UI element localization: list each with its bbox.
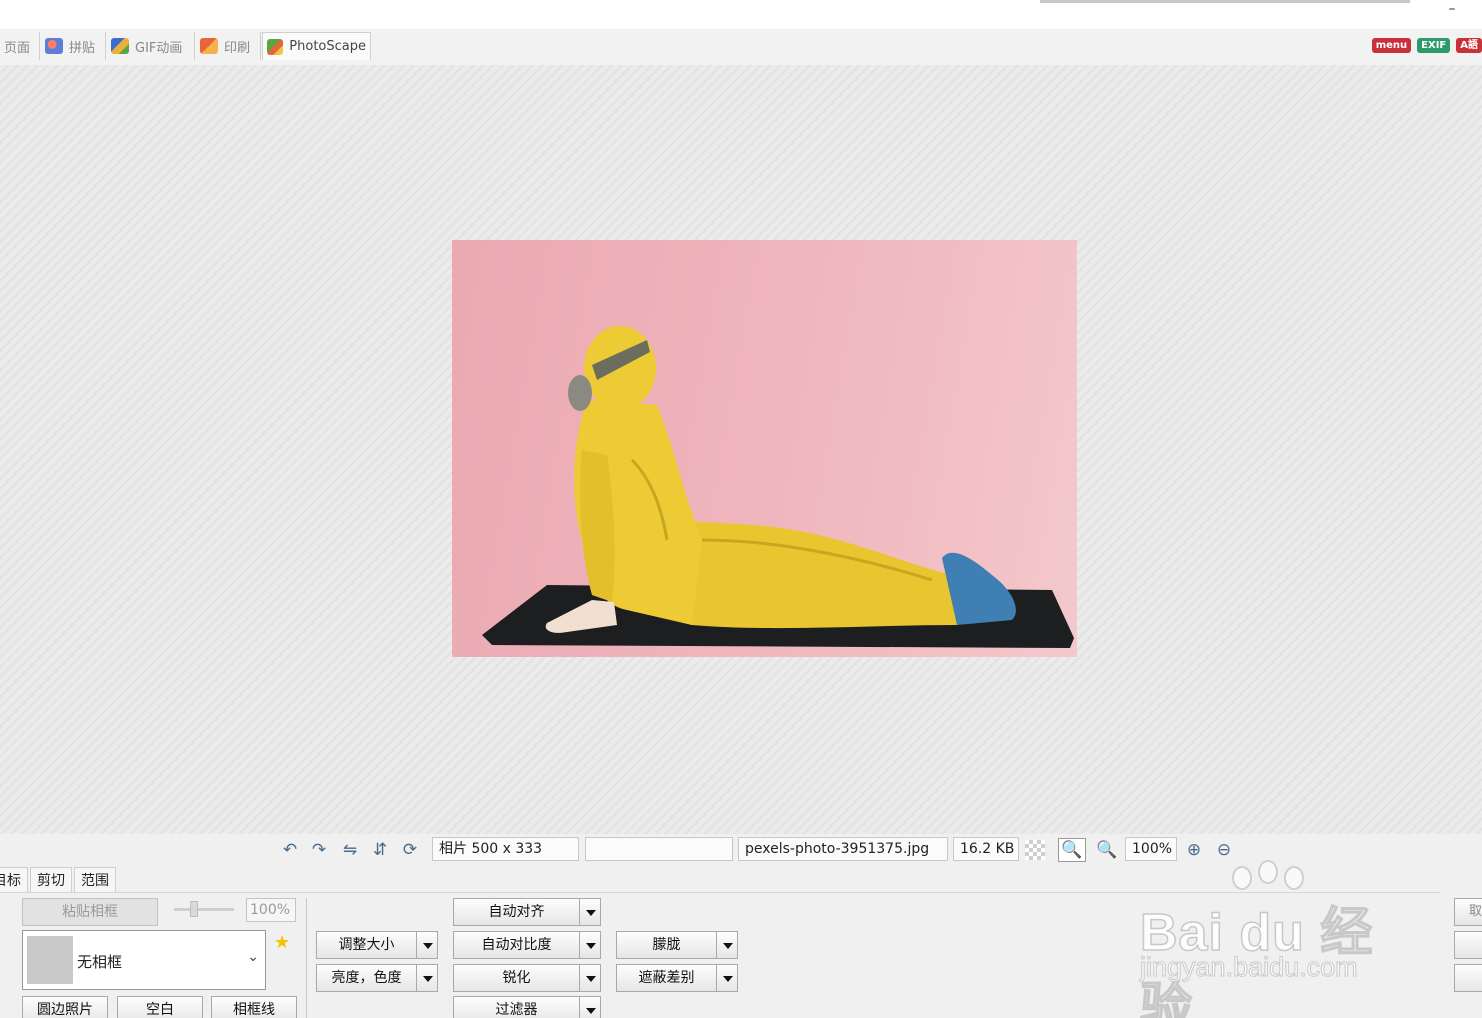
paw-toe [1232, 866, 1252, 890]
resize-dropdown-arrow[interactable] [416, 931, 438, 959]
sharpen-dropdown-arrow[interactable] [579, 964, 601, 992]
right-side-button[interactable] [1454, 931, 1482, 959]
frame-select[interactable]: 无相框 ⌄ [22, 930, 266, 990]
rotate-left-icon[interactable]: ↶ [279, 839, 301, 861]
gif-animation-icon [111, 38, 129, 54]
favorite-star-icon[interactable]: ★ [274, 932, 290, 953]
sharpen-button[interactable]: 锐化 [453, 964, 580, 992]
edit-panel-tabs: 目标 剪切 范围 [0, 867, 118, 893]
main-tab-row: 页面 拼贴 GIF动画 印刷 PhotoScape [0, 29, 1482, 65]
transparency-icon[interactable] [1025, 840, 1045, 860]
brightness-color-button[interactable]: 亮度，色度 [316, 964, 417, 992]
resize-button[interactable]: 调整大小 [316, 931, 417, 959]
frame-name: 无相框 [77, 953, 123, 971]
tab-gif[interactable]: GIF动画 [107, 32, 195, 60]
chevron-down-icon: ⌄ [247, 949, 259, 965]
backlight-button[interactable]: 遮蔽差别 [616, 964, 717, 992]
paste-frame-button[interactable]: 粘贴相框 [22, 898, 158, 926]
watermark-url: jingyan.baidu.com [1140, 952, 1359, 983]
tab-label: 印刷 [224, 40, 251, 56]
empty-status-field [585, 837, 733, 861]
opacity-input[interactable]: 100% [246, 898, 296, 922]
opacity-slider-thumb[interactable] [190, 901, 198, 917]
combine-icon [45, 38, 63, 54]
right-side-button[interactable]: 取 [1454, 898, 1482, 926]
filesize-readout: 16.2 KB [953, 837, 1019, 861]
tab-label: GIF动画 [135, 40, 183, 56]
tab-print[interactable]: 印刷 [196, 32, 261, 60]
tab-label: 拼贴 [69, 40, 96, 56]
round-photo-button[interactable]: 圆边照片 [22, 996, 108, 1018]
flip-horizontal-icon[interactable]: ⇋ [339, 839, 361, 861]
auto-level-dropdown-arrow[interactable] [579, 898, 601, 926]
filter-button[interactable]: 过滤器 [453, 996, 580, 1018]
photoscape-icon [267, 38, 284, 55]
frame-line-button[interactable]: 相框线 [211, 996, 297, 1018]
flip-vertical-icon[interactable]: ⇵ [369, 839, 391, 861]
blur-button[interactable]: 朦胧 [616, 931, 717, 959]
zoom-fit-icon[interactable]: 🔍 [1058, 838, 1086, 862]
section-divider [306, 898, 307, 1018]
tab-photoscape[interactable]: PhotoScape [262, 32, 371, 60]
paw-toe [1284, 866, 1304, 890]
tab-label: 页面 [4, 40, 31, 56]
exif-badge[interactable]: EXIF [1417, 38, 1451, 53]
opacity-slider-track[interactable] [174, 908, 234, 911]
title-bar: – [0, 0, 1482, 29]
photo-size-readout: 相片 500 x 333 [432, 837, 579, 861]
blank-button[interactable]: 空白 [117, 996, 203, 1018]
rotate-right-icon[interactable]: ↷ [308, 839, 330, 861]
filename-readout: pexels-photo-3951375.jpg [738, 837, 948, 861]
refresh-icon[interactable]: ⟳ [399, 839, 421, 861]
zoom-actual-icon[interactable]: 🔍 [1096, 839, 1118, 861]
image-canvas[interactable] [0, 65, 1482, 834]
paw-toe [1258, 860, 1278, 884]
backlight-dropdown-arrow[interactable] [716, 964, 738, 992]
tab-combine[interactable]: 拼贴 [41, 32, 106, 60]
respirator [568, 375, 592, 411]
photo-illustration [482, 326, 1074, 648]
print-icon [200, 38, 218, 54]
photo [452, 240, 1077, 657]
tab-target[interactable]: 目标 [0, 867, 28, 893]
auto-contrast-button[interactable]: 自动对比度 [453, 931, 580, 959]
title-shadow [1040, 0, 1410, 3]
auto-contrast-dropdown-arrow[interactable] [579, 931, 601, 959]
tab-crop[interactable]: 剪切 [30, 867, 72, 893]
auto-level-button[interactable]: 自动对齐 [453, 898, 580, 926]
language-badge[interactable]: A語 [1456, 38, 1482, 53]
tab-range[interactable]: 范围 [74, 867, 116, 893]
right-side-button[interactable] [1454, 964, 1482, 992]
tab-page[interactable]: 页面 [0, 32, 40, 60]
filter-dropdown-arrow[interactable] [579, 996, 601, 1018]
menu-badge[interactable]: menu [1371, 38, 1412, 53]
frame-thumbnail [27, 936, 73, 984]
arm [580, 450, 615, 602]
tab-label: PhotoScape [289, 39, 366, 54]
top-right-badges: menu EXIF A語 [1371, 38, 1482, 53]
brightness-dropdown-arrow[interactable] [416, 964, 438, 992]
blur-dropdown-arrow[interactable] [716, 931, 738, 959]
baidu-jingyan-watermark: Bai du 经验 jingyan.baidu.com [1139, 858, 1410, 1018]
minimize-button[interactable]: – [1444, 2, 1460, 18]
